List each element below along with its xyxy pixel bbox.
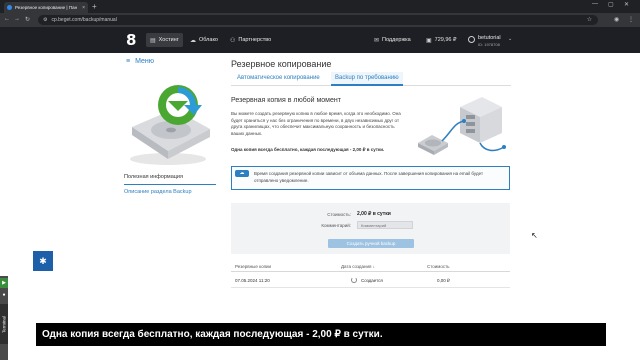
support-link[interactable]: ✉ Поддержка — [374, 33, 411, 47]
partnership-icon: ⚇ — [230, 37, 236, 44]
tab-automatic[interactable]: Автоматическое копирование — [237, 75, 320, 81]
section-title: Резервная копия в любой момент — [231, 97, 341, 104]
maximize-icon[interactable]: ▢ — [608, 1, 614, 8]
comment-input[interactable] — [357, 221, 413, 229]
cost-label: Стоимость: — [327, 212, 351, 217]
loading-spinner-icon — [351, 277, 357, 283]
nav-partnership-label: Партнерство — [238, 37, 272, 43]
cloud-icon: ☁ — [190, 37, 196, 44]
info-icon: ☁ — [235, 170, 249, 177]
page-content: ≡ Меню Полезная информация Описание разд… — [0, 53, 640, 360]
balance-link[interactable]: ▣ 729,96 ₽ — [426, 33, 457, 47]
profile-icon[interactable]: ◉ — [614, 16, 619, 23]
user-icon[interactable] — [468, 36, 475, 43]
back-icon[interactable]: ← — [4, 16, 10, 22]
extension-play-icon[interactable]: ▶ — [0, 278, 8, 288]
column-header-date[interactable]: Дата создания ↓ — [341, 264, 375, 269]
nav-hosting-label: Хостинг — [158, 37, 179, 43]
server-illustration — [418, 97, 506, 155]
browser-tab[interactable]: Резервное копирование | Пан × — [4, 2, 88, 13]
nav-partnership[interactable]: ⚇ Партнерство — [226, 33, 275, 47]
nav-cloud-label: Облако — [199, 37, 218, 43]
tab-title: Резервное копирование | Пан — [15, 5, 78, 10]
nav-hosting[interactable]: ▤ Хостинг — [146, 33, 183, 47]
backup-status: Создается — [361, 278, 383, 283]
close-window-icon[interactable]: ✕ — [624, 1, 629, 8]
menu-toggle[interactable]: ≡ Меню — [126, 58, 154, 65]
backup-name: 07.05.2024 11:20 — [235, 278, 270, 283]
page-title: Резервное копирование — [231, 59, 332, 69]
create-backup-button[interactable]: Создать ручной backup — [328, 239, 414, 248]
table-header: Резервные копии Дата создания ↓ Стоимост… — [231, 262, 510, 272]
balance-value: 729,96 ₽ — [434, 37, 457, 43]
site-header: 8 ▤ Хостинг ☁ Облако ⚇ Партнерство ✉ Под… — [0, 27, 640, 53]
forward-icon[interactable]: → — [14, 16, 20, 22]
backup-cost: 0,00 ₽ — [437, 278, 450, 283]
cost-value: 2,00 ₽ в сутки — [357, 211, 391, 217]
user-id: ID: 1978708 — [478, 42, 500, 47]
chevron-down-icon[interactable]: ⌄ — [508, 36, 512, 42]
sidebar-divider — [124, 184, 216, 185]
terminal-tab[interactable]: Terminal — [0, 304, 8, 344]
info-box: ☁ Время создания резервной копии зависит… — [231, 166, 510, 190]
sidebar-link-backup-description[interactable]: Описание раздела Backup — [124, 189, 192, 195]
wallet-icon: ▣ — [426, 37, 432, 44]
column-header-cost: Стоимость — [427, 264, 450, 269]
site-info-icon[interactable]: ⚙ — [43, 17, 47, 23]
address-bar[interactable]: ⚙ cp.beget.com/backup/manual ☆ — [38, 15, 598, 25]
support-label: Поддержка — [382, 37, 411, 43]
reload-icon[interactable]: ↻ — [25, 16, 30, 23]
bookmark-star-icon[interactable]: ☆ — [587, 16, 592, 23]
menu-label: Меню — [135, 58, 155, 65]
hamburger-icon: ≡ — [126, 58, 131, 65]
beget-logo[interactable]: 8 — [126, 31, 136, 49]
tab-on-demand[interactable]: Backup по требованию — [331, 72, 403, 86]
browser-tabstrip: Резервное копирование | Пан × + — ▢ ✕ — [0, 0, 640, 13]
minimize-icon[interactable]: — — [592, 1, 598, 7]
nav-cloud[interactable]: ☁ Облако — [186, 33, 222, 47]
extension-apple-icon[interactable]: ● — [0, 290, 8, 300]
chat-widget-button[interactable]: ✱ — [33, 251, 53, 271]
hosting-icon: ▤ — [150, 37, 156, 44]
favicon-icon — [7, 5, 12, 10]
backup-form: Стоимость: 2,00 ₽ в сутки Комментарий: С… — [231, 203, 510, 254]
browser-menu-icon[interactable]: ⋮ — [628, 16, 634, 23]
tab-close-icon[interactable]: × — [82, 5, 85, 11]
backup-disk-illustration — [130, 85, 210, 165]
table-row[interactable]: 07.05.2024 11:20 Создается 0,00 ₽ — [231, 274, 510, 288]
user-name[interactable]: betutorial — [478, 35, 501, 41]
url-text[interactable]: cp.beget.com/backup/manual — [51, 17, 116, 23]
video-caption: Одна копия всегда бесплатно, каждая посл… — [36, 323, 606, 346]
terminal-label: Terminal — [1, 316, 7, 334]
caption-text: Одна копия всегда бесплатно, каждая посл… — [42, 329, 383, 340]
support-icon: ✉ — [374, 37, 380, 44]
info-text: Время создания резервной копии зависит о… — [254, 171, 484, 183]
browser-toolbar: ← → ↻ ⚙ cp.beget.com/backup/manual ☆ ◉ ⋮ — [0, 13, 640, 27]
sidebar-heading: Полезная информация — [124, 174, 183, 180]
new-tab-button[interactable]: + — [92, 2, 97, 11]
backups-table: Резервные копии Дата создания ↓ Стоимост… — [231, 262, 510, 288]
column-header-backups: Резервные копии — [235, 264, 272, 269]
pricing-note: Одна копия всегда бесплатно, каждая посл… — [231, 147, 385, 152]
tabs: Автоматическое копирование Backup по тре… — [231, 72, 511, 86]
comment-label: Комментарий: — [321, 223, 351, 228]
mouse-cursor-icon: ↖ — [531, 231, 538, 240]
description: Вы можете создать резервную копию в любо… — [231, 111, 401, 136]
